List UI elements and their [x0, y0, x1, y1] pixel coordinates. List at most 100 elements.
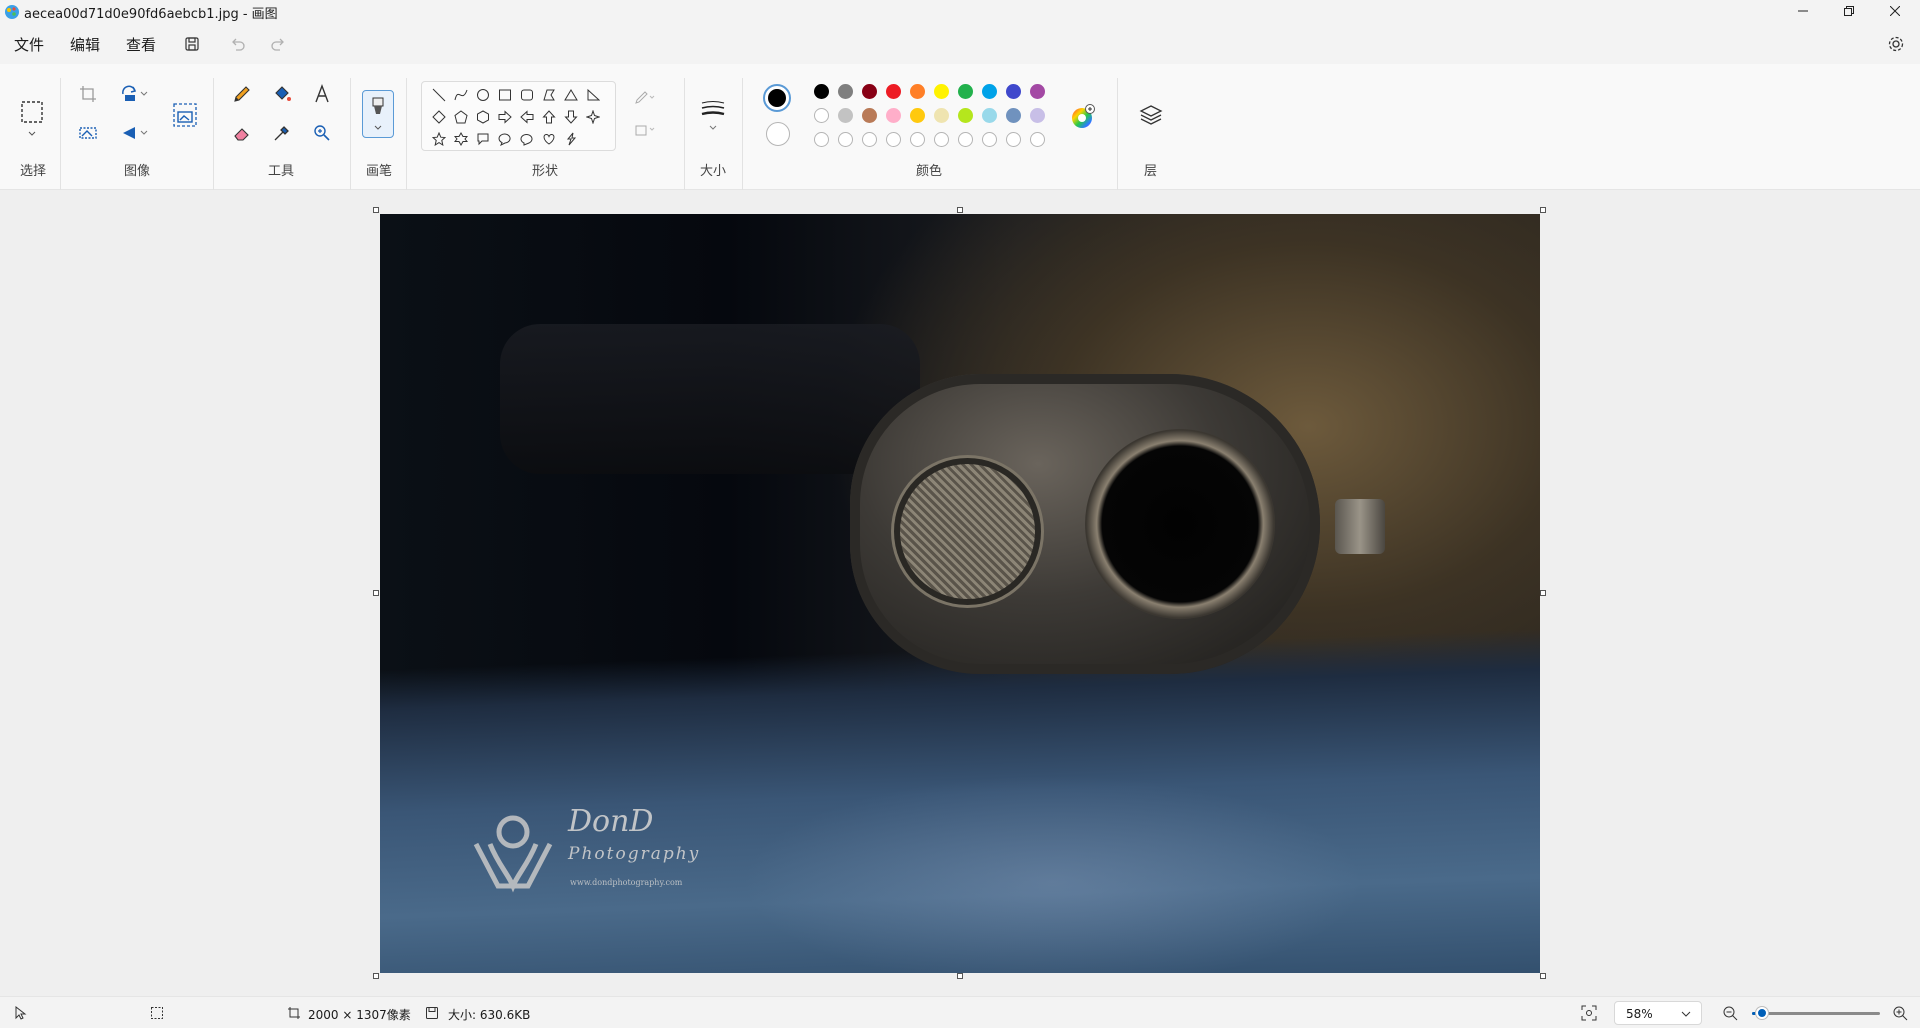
color-swatch[interactable]	[886, 84, 901, 99]
shape-triangle[interactable]	[562, 86, 580, 104]
fit-to-window-button[interactable]	[1577, 1001, 1601, 1025]
custom-color-slot[interactable]	[958, 132, 973, 147]
save-button[interactable]	[180, 32, 204, 56]
fill-tool[interactable]	[268, 80, 296, 108]
primary-color[interactable]	[763, 84, 791, 112]
shape-left-arrow[interactable]	[518, 108, 536, 126]
crop-button[interactable]	[74, 80, 102, 108]
color-swatch[interactable]	[982, 108, 997, 123]
custom-color-slot[interactable]	[886, 132, 901, 147]
color-swatch[interactable]	[1030, 108, 1045, 123]
text-tool[interactable]	[308, 80, 336, 108]
settings-button[interactable]	[1884, 32, 1908, 56]
color-swatch[interactable]	[838, 108, 853, 123]
shape-down-arrow[interactable]	[562, 108, 580, 126]
custom-color-slot[interactable]	[910, 132, 925, 147]
color-swatch[interactable]	[982, 84, 997, 99]
chevron-down-icon	[140, 130, 148, 135]
color-swatch[interactable]	[1006, 84, 1021, 99]
shape-oval-callout[interactable]	[496, 130, 514, 148]
resize-handle-left[interactable]	[373, 590, 379, 596]
color-swatch[interactable]	[886, 108, 901, 123]
custom-color-slot[interactable]	[982, 132, 997, 147]
zoom-out-button[interactable]	[1718, 1001, 1742, 1025]
zoom-in-button[interactable]	[1888, 1001, 1912, 1025]
shape-oval[interactable]	[474, 86, 492, 104]
image-resize-button[interactable]	[170, 100, 200, 130]
shape-lightning[interactable]	[562, 130, 580, 148]
custom-color-slot[interactable]	[1030, 132, 1045, 147]
secondary-color[interactable]	[766, 122, 790, 146]
resize-handle-bottom-right[interactable]	[1540, 973, 1546, 979]
shape-right-arrow[interactable]	[496, 108, 514, 126]
shape-rounded-rectangle[interactable]	[518, 86, 536, 104]
menu-file[interactable]: 文件	[14, 34, 44, 55]
zoom-select[interactable]: 58%	[1614, 1001, 1702, 1025]
resize-handle-top-right[interactable]	[1540, 207, 1546, 213]
custom-color-slot[interactable]	[934, 132, 949, 147]
selection-button[interactable]	[18, 94, 46, 144]
color-swatch[interactable]	[910, 84, 925, 99]
close-button[interactable]	[1872, 0, 1918, 22]
color-swatch[interactable]	[934, 84, 949, 99]
color-swatch[interactable]	[862, 108, 877, 123]
shape-cloud-callout[interactable]	[518, 130, 536, 148]
edit-colors-button[interactable]	[1068, 102, 1098, 132]
custom-color-slot[interactable]	[1006, 132, 1021, 147]
shape-right-triangle[interactable]	[584, 86, 602, 104]
shape-pentagon[interactable]	[452, 108, 470, 126]
size-button[interactable]	[698, 92, 728, 140]
color-picker-tool[interactable]	[268, 119, 296, 147]
shape-five-point-star[interactable]	[430, 130, 448, 148]
shape-four-point-star[interactable]	[584, 108, 602, 126]
brushes-button[interactable]	[362, 90, 394, 138]
rotate-button[interactable]	[114, 80, 154, 108]
color-swatch[interactable]	[958, 108, 973, 123]
menu-edit[interactable]: 编辑	[70, 34, 100, 55]
resize-handle-top[interactable]	[957, 207, 963, 213]
flip-button[interactable]	[114, 119, 154, 147]
resize-handle-bottom-left[interactable]	[373, 973, 379, 979]
custom-color-slot[interactable]	[814, 132, 829, 147]
color-swatch[interactable]	[814, 108, 829, 123]
shape-rectangle[interactable]	[496, 86, 514, 104]
color-swatch[interactable]	[862, 84, 877, 99]
custom-color-slot[interactable]	[862, 132, 877, 147]
undo-button[interactable]	[226, 32, 250, 56]
color-swatch[interactable]	[1006, 108, 1021, 123]
pencil-tool[interactable]	[228, 80, 256, 108]
shape-outline-button[interactable]	[630, 84, 660, 112]
shape-curve[interactable]	[452, 86, 470, 104]
zoom-slider-thumb[interactable]	[1756, 1007, 1769, 1019]
custom-color-slot[interactable]	[838, 132, 853, 147]
remove-background-button[interactable]	[74, 119, 102, 147]
shape-hexagon[interactable]	[474, 108, 492, 126]
shape-fill-button[interactable]	[630, 116, 660, 144]
menu-view[interactable]: 查看	[126, 34, 156, 55]
resize-handle-bottom[interactable]	[957, 973, 963, 979]
shape-polygon[interactable]	[540, 86, 558, 104]
redo-button[interactable]	[266, 32, 290, 56]
minimize-button[interactable]	[1780, 0, 1826, 22]
shape-rounded-callout[interactable]	[474, 130, 492, 148]
shape-up-arrow[interactable]	[540, 108, 558, 126]
color-swatch[interactable]	[838, 84, 853, 99]
eraser-tool[interactable]	[228, 119, 256, 147]
magnifier-tool[interactable]	[308, 119, 336, 147]
color-swatch[interactable]	[910, 108, 925, 123]
color-swatch[interactable]	[814, 84, 829, 99]
zoom-slider[interactable]	[1752, 1007, 1880, 1019]
resize-handle-right[interactable]	[1540, 590, 1546, 596]
shape-heart[interactable]	[540, 130, 558, 148]
layers-button[interactable]	[1136, 100, 1166, 130]
shape-line[interactable]	[430, 86, 448, 104]
shape-diamond[interactable]	[430, 108, 448, 126]
image-resize-icon	[173, 103, 197, 127]
restore-button[interactable]	[1826, 0, 1872, 22]
shape-six-point-star[interactable]	[452, 130, 470, 148]
color-swatch[interactable]	[934, 108, 949, 123]
resize-handle-top-left[interactable]	[373, 207, 379, 213]
color-swatch[interactable]	[958, 84, 973, 99]
color-swatch[interactable]	[1030, 84, 1045, 99]
image-canvas[interactable]: DonD Photography www.dondphotography.com	[380, 214, 1540, 973]
